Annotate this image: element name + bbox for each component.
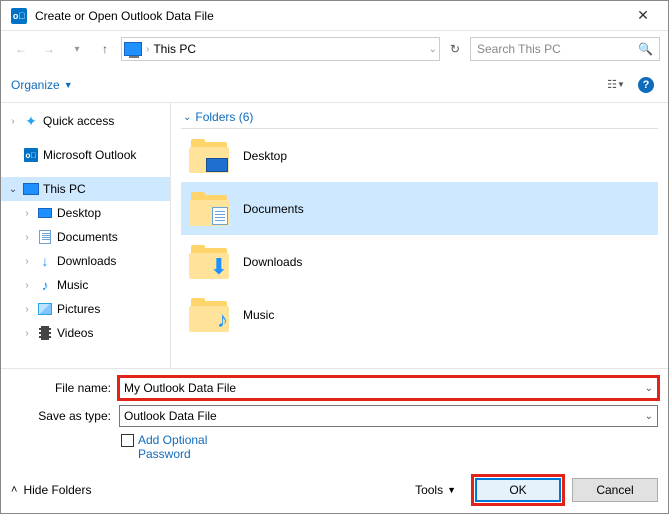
tree-this-pc[interactable]: ⌄ This PC — [1, 177, 170, 201]
breadcrumb-label: This PC — [153, 42, 196, 56]
folder-icon: ♪ — [189, 298, 229, 332]
titlebar: o⃓ Create or Open Outlook Data File ✕ — [1, 1, 668, 31]
file-name-label: File name: — [11, 381, 119, 395]
pictures-icon — [38, 303, 52, 315]
folder-documents[interactable]: Documents — [181, 182, 658, 235]
ok-button[interactable]: OK — [475, 478, 561, 502]
folder-music[interactable]: ♪ Music — [181, 288, 658, 341]
chevron-up-icon: ˄ — [11, 484, 17, 496]
view-options-button[interactable]: ☷ ▼ — [604, 73, 628, 97]
folder-icon — [189, 192, 229, 226]
search-icon: 🔍 — [638, 42, 653, 56]
up-button[interactable]: ↑ — [93, 37, 117, 61]
save-type-select[interactable]: Outlook Data File ⌄ — [119, 405, 658, 427]
toolbar: Organize ▼ ☷ ▼ ? — [1, 67, 668, 103]
main-split: › ✦ Quick access o⃓ Microsoft Outlook ⌄ … — [1, 103, 668, 368]
tree-documents[interactable]: › Documents — [1, 225, 170, 249]
window-title: Create or Open Outlook Data File — [35, 9, 628, 23]
folder-icon: ⬇ — [189, 245, 229, 279]
documents-icon — [39, 230, 51, 244]
breadcrumb[interactable]: › This PC ⌄ — [121, 37, 440, 61]
organize-button[interactable]: Organize ▼ — [11, 78, 73, 92]
tree-microsoft-outlook[interactable]: o⃓ Microsoft Outlook — [1, 143, 170, 167]
form-area: File name: My Outlook Data File ⌄ Save a… — [1, 368, 668, 471]
cancel-button[interactable]: Cancel — [572, 478, 658, 502]
dialog-footer: ˄ Hide Folders Tools ▼ OK Cancel — [1, 471, 668, 513]
navigation-tree: › ✦ Quick access o⃓ Microsoft Outlook ⌄ … — [1, 103, 171, 368]
chevron-down-icon[interactable]: ⌄ — [645, 383, 653, 394]
collapse-icon[interactable]: ⌄ — [7, 184, 19, 195]
tree-quick-access[interactable]: › ✦ Quick access — [1, 109, 170, 133]
chevron-down-icon: ⌄ — [183, 112, 191, 123]
folder-desktop[interactable]: Desktop — [181, 129, 658, 182]
outlook-icon: o⃓ — [24, 148, 38, 162]
chevron-down-icon[interactable]: ⌄ — [429, 44, 437, 55]
save-type-label: Save as type: — [11, 409, 119, 423]
help-button[interactable]: ? — [634, 73, 658, 97]
navigation-bar: ← → ▾ ↑ › This PC ⌄ ↻ Search This PC 🔍 — [1, 31, 668, 67]
checkbox-icon[interactable] — [121, 434, 134, 447]
file-name-input[interactable]: My Outlook Data File ⌄ — [119, 377, 658, 399]
tools-button[interactable]: Tools ▼ — [415, 483, 456, 497]
music-icon: ♪ — [37, 277, 53, 293]
folder-downloads[interactable]: ⬇ Downloads — [181, 235, 658, 288]
chevron-right-icon: › — [146, 44, 149, 55]
tree-downloads[interactable]: › ↓ Downloads — [1, 249, 170, 273]
dialog-window: o⃓ Create or Open Outlook Data File ✕ ← … — [0, 0, 669, 514]
recent-locations-button[interactable]: ▾ — [65, 37, 89, 61]
outlook-app-icon: o⃓ — [11, 8, 27, 24]
hide-folders-button[interactable]: ˄ Hide Folders — [11, 483, 91, 497]
downloads-icon: ↓ — [37, 253, 53, 269]
folder-icon — [189, 139, 229, 173]
tree-music[interactable]: › ♪ Music — [1, 273, 170, 297]
ok-highlight: OK — [474, 477, 562, 503]
tree-desktop[interactable]: › Desktop — [1, 201, 170, 225]
expand-icon[interactable]: › — [7, 116, 19, 127]
back-button[interactable]: ← — [9, 37, 33, 61]
search-placeholder: Search This PC — [477, 42, 561, 56]
add-password-checkbox[interactable]: Add Optional Password — [121, 433, 658, 461]
desktop-icon — [38, 208, 52, 218]
chevron-down-icon: ▼ — [447, 485, 456, 495]
chevron-down-icon: ▼ — [64, 80, 73, 90]
videos-icon — [39, 326, 51, 340]
tree-videos[interactable]: › Videos — [1, 321, 170, 345]
this-pc-icon — [124, 42, 142, 56]
forward-button[interactable]: → — [37, 37, 61, 61]
folder-content: ⌄ Folders (6) Desktop Documents ⬇ Downlo… — [171, 103, 668, 368]
close-button[interactable]: ✕ — [628, 7, 658, 24]
star-icon: ✦ — [23, 113, 39, 129]
search-input[interactable]: Search This PC 🔍 — [470, 37, 660, 61]
folders-group-header[interactable]: ⌄ Folders (6) — [181, 107, 658, 129]
this-pc-icon — [23, 183, 39, 195]
refresh-button[interactable]: ↻ — [444, 38, 466, 60]
chevron-down-icon[interactable]: ⌄ — [645, 411, 653, 422]
tree-pictures[interactable]: › Pictures — [1, 297, 170, 321]
